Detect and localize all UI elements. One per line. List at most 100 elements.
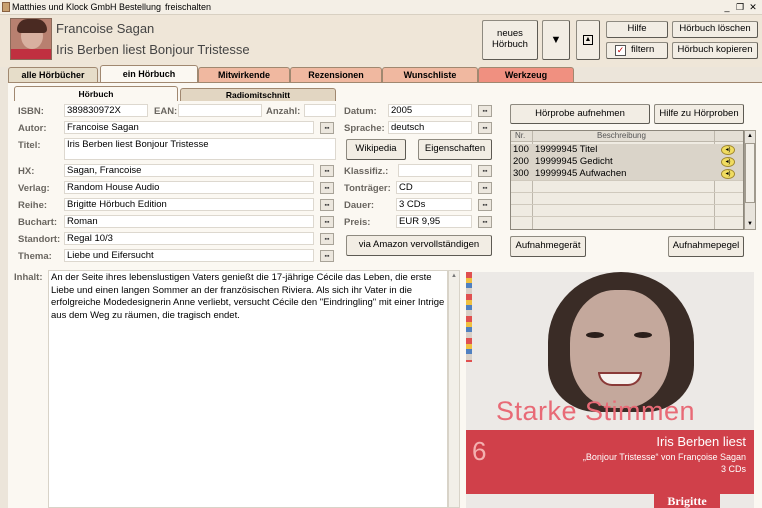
thema-dropdown-icon[interactable]: ▪▪ [320, 250, 334, 262]
subtab-hoerbuch[interactable]: Hörbuch [14, 86, 178, 101]
traeger-label: Tonträger: [344, 183, 391, 194]
tab-alle-hoerbuecher[interactable]: alle Hörbücher [8, 67, 98, 82]
standort-dropdown-icon[interactable]: ▪▪ [320, 233, 334, 245]
standort-label: Standort: [18, 234, 61, 245]
klassifiz-dropdown-icon[interactable]: ▪▪ [478, 165, 492, 177]
triangle-down-icon: ▼ [550, 33, 562, 46]
titel-field[interactable]: Iris Berben liest Bonjour Tristesse [64, 138, 336, 160]
buchart-dropdown-icon[interactable]: ▪▪ [320, 216, 334, 228]
hx-dropdown-icon[interactable]: ▪▪ [320, 165, 334, 177]
traeger-dropdown-icon[interactable]: ▪▪ [478, 182, 492, 194]
datum-field[interactable]: 2005 [388, 104, 472, 117]
header-author: Francoise Sagan [56, 21, 155, 36]
tab-wunschliste[interactable]: Wunschliste [382, 67, 478, 82]
sample-desc: 19999945 Aufwachen [535, 168, 627, 179]
reihe-field[interactable]: Brigitte Hörbuch Edition [64, 198, 314, 211]
isbn-label: ISBN: [18, 106, 44, 117]
thema-field[interactable]: Liebe und Eifersucht [64, 249, 314, 262]
reihe-dropdown-icon[interactable]: ▪▪ [320, 199, 334, 211]
dauer-field[interactable]: 3 CDs [396, 198, 472, 211]
speaker-icon[interactable]: ◂) [721, 145, 735, 155]
preis-dropdown-icon[interactable]: ▪▪ [478, 216, 492, 228]
new-audiobook-button[interactable]: neues Hörbuch [482, 20, 538, 60]
minimize-icon[interactable]: _ [721, 2, 733, 12]
scroll-up-icon[interactable]: ▲ [745, 131, 755, 141]
checkbox-checked-icon[interactable]: ✓ [615, 45, 626, 56]
sprache-dropdown-icon[interactable]: ▪▪ [478, 122, 492, 134]
speaker-icon[interactable]: ◂) [721, 169, 735, 179]
subtab-radiomitschnitt[interactable]: Radiomitschnitt [180, 88, 336, 101]
recording-level-button[interactable]: Aufnahmepegel [668, 236, 744, 257]
hx-label: HX: [18, 166, 35, 177]
anzahl-field[interactable] [304, 104, 336, 117]
amazon-complete-button[interactable]: via Amazon vervollständigen [346, 235, 492, 256]
ean-field[interactable] [178, 104, 262, 117]
standort-field[interactable]: Regal 10/3 [64, 232, 314, 245]
verlag-label: Verlag: [18, 183, 50, 194]
dauer-dropdown-icon[interactable]: ▪▪ [478, 199, 492, 211]
filter-button[interactable]: ✓ filtern [606, 42, 668, 59]
tab-werkzeug[interactable]: Werkzeug [478, 67, 574, 82]
menu-order[interactable]: Bestellung [119, 2, 161, 12]
recording-device-button[interactable]: Aufnahmegerät [510, 236, 586, 257]
traeger-field[interactable]: CD [396, 181, 472, 194]
inhalt-scrollbar[interactable]: ▲ [448, 270, 460, 508]
dropdown-arrow-button[interactable]: ▼ [542, 20, 570, 60]
jump-top-button[interactable]: ▲ [576, 20, 600, 60]
datum-dropdown-icon[interactable]: ▪▪ [478, 105, 492, 117]
menu-company[interactable]: Matthies und Klock GmbH [12, 2, 117, 12]
sample-nr: 300 [513, 168, 529, 179]
menu-bar: Matthies und Klock GmbH Bestellung freis… [0, 0, 762, 15]
datum-label: Datum: [344, 106, 377, 117]
tab-mitwirkende[interactable]: Mitwirkende [198, 67, 290, 82]
inhalt-textarea[interactable]: An der Seite ihres lebenslustigen Vaters… [48, 270, 448, 508]
delete-audiobook-button[interactable]: Hörbuch löschen [672, 21, 758, 38]
cover-image: Starke Stimmen 6 Iris Berben liest „Bonj… [466, 272, 754, 508]
copy-audiobook-button[interactable]: Hörbuch kopieren [672, 42, 758, 59]
ean-label: EAN: [154, 106, 178, 117]
menu-unlock[interactable]: freischalten [165, 2, 211, 12]
autor-dropdown-icon[interactable]: ▪▪ [320, 122, 334, 134]
anzahl-label: Anzahl: [266, 106, 301, 117]
hx-field[interactable]: Sagan, Francoise [64, 164, 314, 177]
filter-label: filtern [631, 44, 655, 56]
sample-desc: 19999945 Titel [535, 144, 598, 155]
preis-field[interactable]: EUR 9,95 [396, 215, 472, 228]
tab-ein-hoerbuch[interactable]: ein Hörbuch [100, 65, 198, 82]
scroll-down-icon[interactable]: ▼ [745, 219, 755, 229]
sample-help-button[interactable]: Hilfe zu Hörproben [654, 104, 744, 124]
titel-label: Titel: [18, 140, 41, 151]
thema-label: Thema: [18, 251, 52, 262]
sample-row[interactable]: 200 19999945 Gedicht ◂) [511, 156, 743, 168]
scrollbar-thumb[interactable] [745, 143, 755, 203]
tab-rezensionen[interactable]: Rezensionen [290, 67, 382, 82]
help-button[interactable]: Hilfe [606, 21, 668, 38]
cover-brand-logo: Brigitte [654, 494, 720, 508]
eigenschaften-button[interactable]: Eigenschaften [418, 139, 492, 160]
wikipedia-button[interactable]: Wikipedia [346, 139, 406, 160]
app-icon [2, 2, 10, 12]
sample-row[interactable]: 100 19999945 Titel ◂) [511, 144, 743, 156]
sprache-label: Sprache: [344, 123, 385, 134]
isbn-field[interactable]: 389830972X [64, 104, 148, 117]
sample-row[interactable]: 300 19999945 Aufwachen ◂) [511, 168, 743, 180]
close-icon[interactable]: ✕ [747, 2, 759, 13]
speaker-icon[interactable]: ◂) [721, 157, 735, 167]
restore-icon[interactable]: ❐ [734, 2, 746, 13]
verlag-field[interactable]: Random House Audio [64, 181, 314, 194]
inhalt-label: Inhalt: [14, 272, 43, 283]
autor-label: Autor: [18, 123, 47, 134]
record-sample-button[interactable]: Hörprobe aufnehmen [510, 104, 650, 124]
buchart-label: Buchart: [18, 217, 58, 228]
autor-field[interactable]: Francoise Sagan [64, 121, 314, 134]
col-nr-header: Nr. [515, 131, 526, 140]
buchart-field[interactable]: Roman [64, 215, 314, 228]
samples-header: Nr. Beschreibung [511, 131, 743, 142]
samples-scrollbar[interactable]: ▲ ▼ [744, 130, 756, 230]
sprache-field[interactable]: deutsch [388, 121, 472, 134]
klassifiz-field[interactable] [398, 164, 472, 177]
sample-nr: 200 [513, 156, 529, 167]
verlag-dropdown-icon[interactable]: ▪▪ [320, 182, 334, 194]
cover-line2: „Bonjour Tristesse“ von Françoise Sagan [582, 452, 746, 462]
scroll-up-icon[interactable]: ▲ [449, 271, 459, 281]
